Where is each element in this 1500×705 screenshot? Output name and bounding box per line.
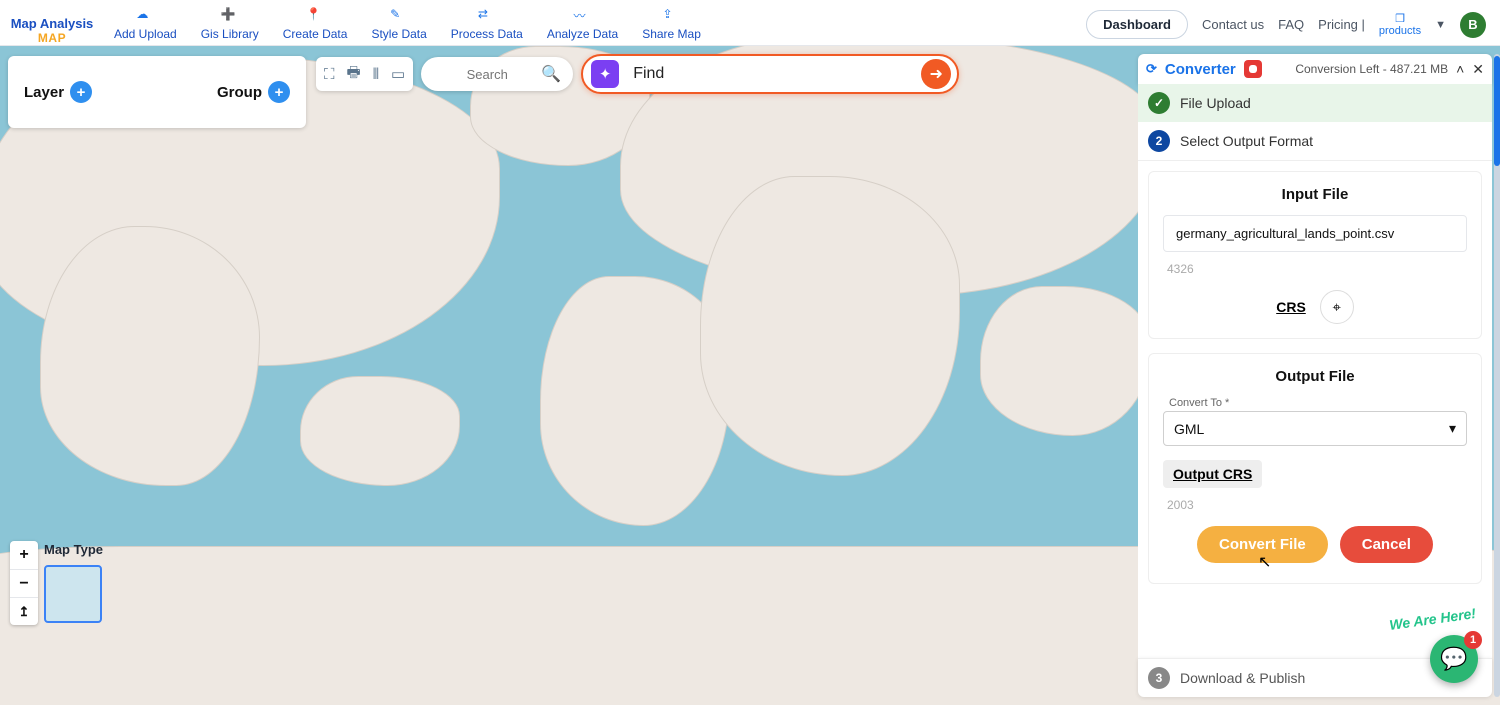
conversion-left-text: Conversion Left - 487.21 MB — [1295, 62, 1448, 76]
refresh-icon[interactable]: ⟳ — [1146, 61, 1157, 77]
nav-label: Create Data — [283, 27, 348, 41]
converter-body: Input File germany_agricultural_lands_po… — [1138, 160, 1492, 658]
pencil-icon: ✎ — [390, 7, 408, 25]
cube-icon: ❒ — [1395, 12, 1405, 25]
nav-label: Gis Library — [201, 27, 259, 41]
pricing-link[interactable]: Pricing | — [1318, 17, 1365, 32]
input-file-card: Input File germany_agricultural_lands_po… — [1148, 171, 1482, 339]
fullscreen-icon[interactable]: ⛶ — [324, 66, 335, 83]
chevron-down-icon: ▾ — [1449, 420, 1456, 437]
map-type-thumbnail[interactable] — [44, 565, 102, 623]
pin-icon: 📍 — [306, 7, 324, 25]
check-icon: ✓ — [1148, 92, 1170, 114]
chevron-down-icon[interactable]: ▼ — [1435, 19, 1446, 31]
user-avatar[interactable]: B — [1460, 12, 1486, 38]
converter-panel: ⟳ Converter Conversion Left - 487.21 MB … — [1138, 54, 1492, 697]
nav-share-map[interactable]: ⇪ Share Map — [642, 7, 701, 41]
brand-subtitle: MAP — [8, 31, 96, 45]
input-crs-link[interactable]: CRS — [1276, 299, 1306, 315]
sliders-icon[interactable]: ⫴ — [373, 66, 379, 83]
products-menu[interactable]: ❒ products — [1379, 12, 1421, 37]
map-tool-cluster: ⛶ 🖶 ⫴ ▭ — [316, 57, 413, 91]
cloud-upload-icon: ☁ — [136, 7, 154, 25]
record-icon[interactable] — [1244, 60, 1262, 78]
group-label: Group — [217, 84, 262, 101]
collapse-icon[interactable]: ˄ — [1456, 61, 1464, 77]
add-group-button[interactable]: + — [268, 81, 290, 103]
nav-create-data[interactable]: 📍 Create Data — [283, 7, 348, 41]
panel-scrollbar[interactable] — [1494, 54, 1500, 697]
add-layer-button[interactable]: + — [70, 81, 92, 103]
convert-to-label: Convert To * — [1169, 397, 1467, 409]
input-filename-field[interactable]: germany_agricultural_lands_point.csv — [1163, 215, 1467, 252]
nav-analyze-data[interactable]: 〰 Analyze Data — [547, 7, 618, 41]
map-toolbar: ⛶ 🖶 ⫴ ▭ 🔍 ✦ Find ➜ — [316, 54, 959, 94]
plus-square-icon: ➕ — [221, 7, 239, 25]
step-select-output[interactable]: 2 Select Output Format — [1138, 122, 1492, 160]
contact-link[interactable]: Contact us — [1202, 17, 1264, 32]
step-number-2: 2 — [1148, 130, 1170, 152]
convert-to-select[interactable]: GML ▾ — [1163, 411, 1467, 446]
zoom-controls: + − ↥ — [10, 541, 38, 625]
output-file-heading: Output File — [1163, 368, 1467, 385]
brand-logo: Map Analysis MAP — [0, 17, 96, 45]
converter-header: ⟳ Converter Conversion Left - 487.21 MB … — [1138, 54, 1492, 84]
reset-bearing-button[interactable]: ↥ — [10, 597, 38, 625]
output-crs-link[interactable]: Output CRS — [1163, 460, 1262, 488]
faq-link[interactable]: FAQ — [1278, 17, 1304, 32]
share-icon: ⇪ — [663, 7, 681, 25]
converter-title: Converter — [1165, 61, 1236, 78]
nav-label: Style Data — [371, 27, 426, 41]
nav-add-upload[interactable]: ☁ Add Upload — [114, 7, 177, 41]
layer-label: Layer — [24, 84, 64, 101]
convert-file-button[interactable]: Convert File — [1197, 526, 1328, 563]
zoom-out-button[interactable]: − — [10, 569, 38, 597]
step-number-3: 3 — [1148, 667, 1170, 689]
nav-label: Add Upload — [114, 27, 177, 41]
step-file-upload[interactable]: ✓ File Upload — [1138, 84, 1492, 122]
analyze-icon: 〰 — [574, 7, 592, 25]
chat-unread-badge: 1 — [1464, 631, 1482, 649]
output-file-card: Output File Convert To * GML ▾ Output CR… — [1148, 353, 1482, 584]
topbar-right: Dashboard Contact us FAQ Pricing | ❒ pro… — [1086, 10, 1500, 45]
find-bar[interactable]: ✦ Find ➜ — [581, 54, 959, 94]
scrollbar-thumb[interactable] — [1494, 56, 1500, 166]
brand-title: Map Analysis — [8, 17, 96, 31]
input-file-heading: Input File — [1163, 186, 1467, 203]
nav-style-data[interactable]: ✎ Style Data — [371, 7, 426, 41]
step-label: Download & Publish — [1180, 670, 1305, 686]
search-icon[interactable]: 🔍 — [541, 64, 561, 84]
zoom-in-button[interactable]: + — [10, 541, 38, 569]
process-icon: ⇄ — [478, 7, 496, 25]
layer-group-panel: Layer + Group + — [8, 56, 306, 128]
dashboard-button[interactable]: Dashboard — [1086, 10, 1188, 39]
top-navbar: Map Analysis MAP ☁ Add Upload ➕ Gis Libr… — [0, 0, 1500, 46]
output-crs-value: 2003 — [1163, 498, 1467, 512]
comment-icon[interactable]: ▭ — [391, 65, 405, 83]
locate-crs-icon[interactable]: ⌖ — [1320, 290, 1354, 324]
cancel-button[interactable]: Cancel — [1340, 526, 1433, 563]
print-icon[interactable]: 🖶 — [347, 62, 361, 87]
nav-label: Analyze Data — [547, 27, 618, 41]
search-box[interactable]: 🔍 — [421, 57, 573, 91]
find-submit-button[interactable]: ➜ — [921, 59, 951, 89]
nav-gis-library[interactable]: ➕ Gis Library — [201, 7, 259, 41]
close-icon[interactable]: ✕ — [1472, 61, 1484, 78]
convert-to-value: GML — [1174, 421, 1204, 437]
step-label: Select Output Format — [1180, 133, 1313, 149]
find-label: Find — [633, 65, 907, 83]
step-label: File Upload — [1180, 95, 1251, 111]
main-nav: ☁ Add Upload ➕ Gis Library 📍 Create Data… — [96, 7, 719, 45]
ai-find-icon[interactable]: ✦ — [591, 60, 619, 88]
input-crs-value: 4326 — [1163, 262, 1467, 276]
products-label: products — [1379, 25, 1421, 37]
nav-label: Share Map — [642, 27, 701, 41]
map-type-label: Map Type — [44, 542, 103, 557]
search-input[interactable] — [441, 67, 533, 82]
nav-label: Process Data — [451, 27, 523, 41]
nav-process-data[interactable]: ⇄ Process Data — [451, 7, 523, 41]
